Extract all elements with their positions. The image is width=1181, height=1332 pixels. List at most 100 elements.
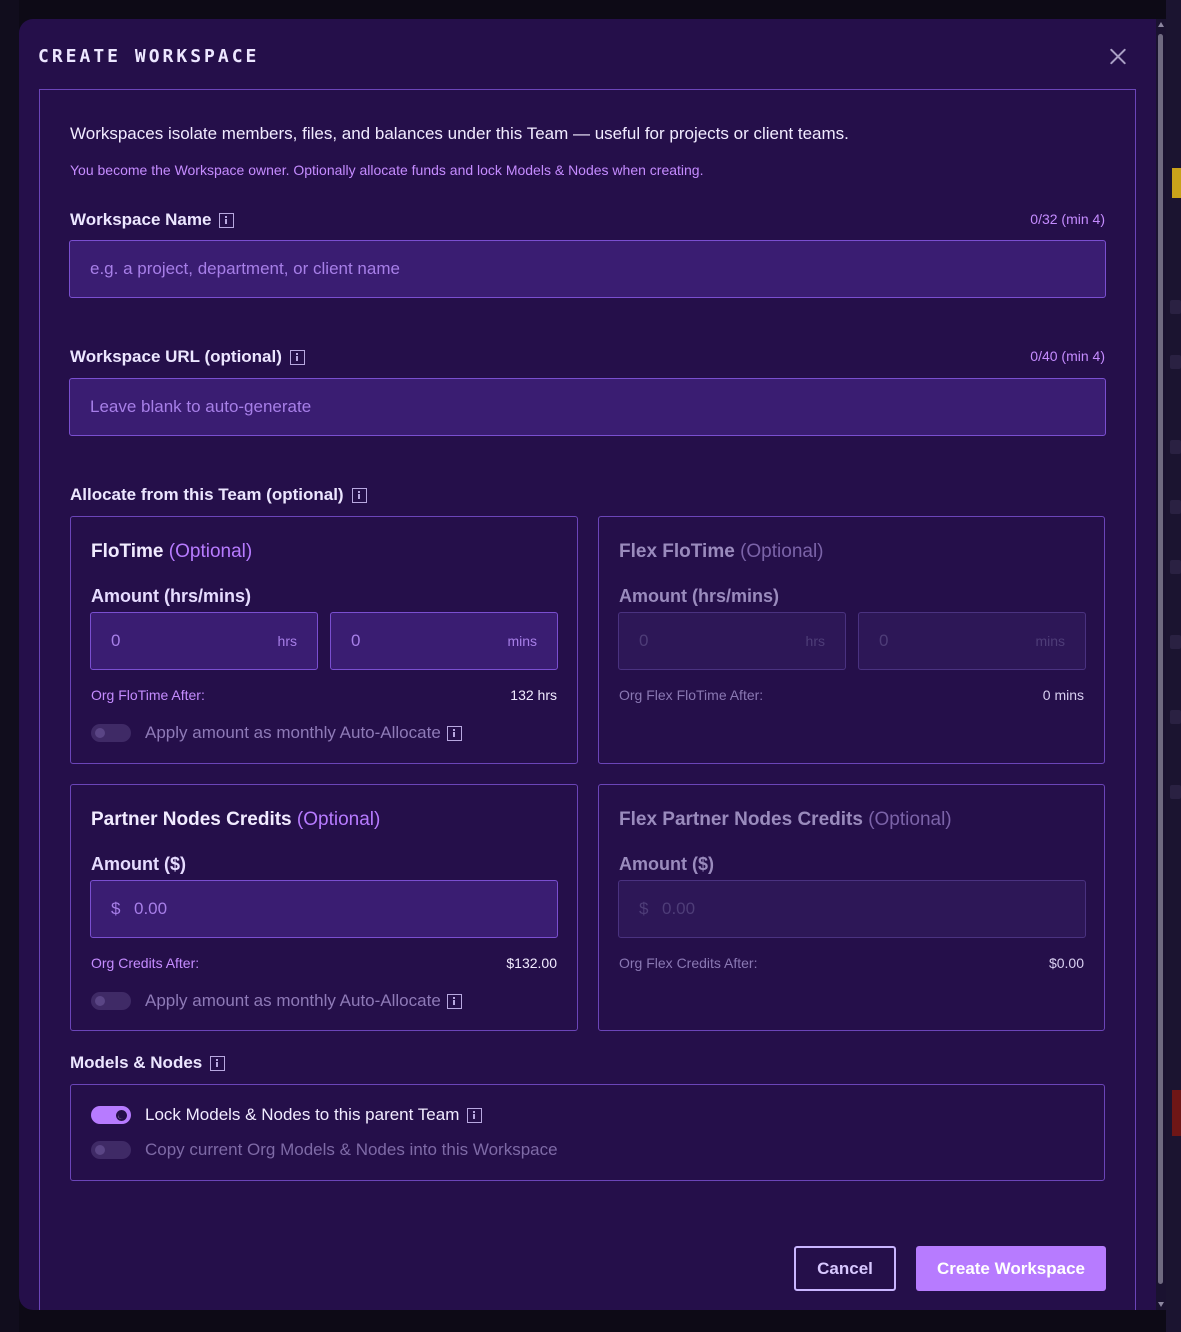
flex-flotime-card: Flex FloTime (Optional) Amount (hrs/mins… — [598, 516, 1105, 764]
info-icon[interactable] — [351, 487, 367, 503]
background-mark — [1170, 440, 1181, 454]
flex-flotime-after-value: 0 mins — [1042, 687, 1084, 703]
optional-tag: (Optional) — [740, 541, 824, 562]
models-nodes-label-text: Models & Nodes — [70, 1053, 203, 1072]
background-left — [0, 0, 19, 1332]
optional-tag: (Optional) — [296, 809, 381, 830]
flex-partner-credits-amount-label: Amount ($) — [619, 854, 714, 874]
copy-models-label: Copy current Org Models & Nodes into thi… — [145, 1140, 558, 1159]
mins-unit: mins — [507, 633, 537, 649]
background-mark — [1170, 500, 1181, 514]
hrs-unit: hrs — [277, 633, 297, 649]
flotime-title: FloTime (Optional) — [91, 541, 252, 563]
flotime-mins-input[interactable]: 0 mins — [330, 612, 558, 670]
background-mark — [1170, 560, 1181, 574]
partner-credits-after-label: Org Credits After: — [91, 955, 200, 971]
hrs-unit: hrs — [805, 633, 825, 649]
modal-body: Workspaces isolate members, files, and b… — [39, 89, 1136, 1310]
lock-models-toggle[interactable] — [91, 1106, 131, 1124]
scroll-down-icon[interactable] — [1158, 1302, 1164, 1307]
background-mark — [1170, 300, 1181, 314]
allocate-label-text: Allocate from this Team (optional) — [70, 485, 344, 504]
workspace-url-input[interactable] — [69, 378, 1106, 436]
intro-text: Workspaces isolate members, files, and b… — [70, 124, 849, 143]
mins-value: 0 — [879, 631, 889, 650]
background-mark — [1170, 785, 1181, 799]
models-nodes-card: Lock Models & Nodes to this parent Team … — [70, 1084, 1105, 1181]
auto-allocate-label: Apply amount as monthly Auto-Allocate — [145, 723, 441, 742]
flotime-auto-allocate-row: Apply amount as monthly Auto-Allocate — [91, 723, 462, 743]
flex-flotime-hrs-input: 0 hrs — [618, 612, 846, 670]
mins-value: 0 — [351, 631, 361, 650]
currency-symbol: $ — [639, 899, 649, 918]
workspace-name-label-text: Workspace Name — [70, 210, 212, 229]
partner-credits-title: Partner Nodes Credits (Optional) — [91, 809, 380, 831]
flex-flotime-after-label: Org Flex FloTime After: — [619, 687, 764, 703]
partner-credits-after-value: $132.00 — [506, 955, 557, 971]
mins-unit: mins — [1035, 633, 1065, 649]
background-mark — [1170, 710, 1181, 724]
flex-partner-credits-title: Flex Partner Nodes Credits (Optional) — [619, 809, 952, 831]
scroll-up-icon[interactable] — [1158, 22, 1164, 27]
amount-value: 0.00 — [134, 899, 168, 918]
modal-title: CREATE WORKSPACE — [38, 46, 260, 67]
info-icon[interactable] — [289, 349, 305, 365]
flotime-title-text: FloTime — [91, 541, 164, 562]
close-icon[interactable] — [1108, 46, 1128, 66]
partner-credits-auto-allocate-row: Apply amount as monthly Auto-Allocate — [91, 991, 462, 1011]
create-workspace-button[interactable]: Create Workspace — [916, 1246, 1106, 1291]
flotime-card: FloTime (Optional) Amount (hrs/mins) 0 h… — [70, 516, 578, 764]
flex-partner-credits-after-label: Org Flex Credits After: — [619, 955, 758, 971]
lock-models-label: Lock Models & Nodes to this parent Team — [145, 1105, 460, 1124]
info-icon[interactable] — [219, 212, 235, 228]
flotime-after-label: Org FloTime After: — [91, 687, 205, 703]
partner-credits-amount-label: Amount ($) — [91, 854, 186, 874]
workspace-name-label: Workspace Name — [70, 210, 235, 230]
background-alert — [1172, 1090, 1181, 1136]
copy-models-row: Copy current Org Models & Nodes into thi… — [91, 1140, 558, 1160]
hrs-value: 0 — [111, 631, 121, 650]
optional-tag: (Optional) — [868, 809, 952, 830]
scrollbar-thumb[interactable] — [1158, 34, 1163, 1284]
flotime-amount-label: Amount (hrs/mins) — [91, 586, 251, 606]
scrollbar[interactable] — [1156, 19, 1166, 1310]
cancel-button[interactable]: Cancel — [794, 1246, 896, 1291]
flotime-auto-allocate-toggle[interactable] — [91, 724, 131, 742]
partner-credits-auto-allocate-toggle[interactable] — [91, 992, 131, 1010]
partner-credits-amount-input[interactable]: $ 0.00 — [90, 880, 558, 938]
workspace-url-counter: 0/40 (min 4) — [1030, 348, 1105, 364]
auto-allocate-label: Apply amount as monthly Auto-Allocate — [145, 991, 441, 1010]
workspace-url-label: Workspace URL (optional) — [70, 347, 305, 367]
flotime-after-value: 132 hrs — [510, 687, 557, 703]
flex-partner-credits-title-text: Flex Partner Nodes Credits — [619, 809, 863, 830]
background-highlight — [1172, 168, 1181, 198]
workspace-name-input[interactable] — [69, 240, 1106, 298]
flex-flotime-title-text: Flex FloTime — [619, 541, 735, 562]
optional-tag: (Optional) — [168, 541, 253, 562]
flex-flotime-title: Flex FloTime (Optional) — [619, 541, 824, 563]
background-right — [1166, 0, 1181, 1332]
info-icon[interactable] — [467, 1107, 483, 1123]
workspace-url-label-text: Workspace URL (optional) — [70, 347, 282, 366]
currency-symbol: $ — [111, 899, 121, 918]
copy-models-toggle[interactable] — [91, 1141, 131, 1159]
allocate-label: Allocate from this Team (optional) — [70, 485, 367, 505]
info-icon[interactable] — [210, 1055, 226, 1071]
workspace-name-counter: 0/32 (min 4) — [1030, 211, 1105, 227]
partner-credits-card: Partner Nodes Credits (Optional) Amount … — [70, 784, 578, 1031]
intro-subtext: You become the Workspace owner. Optional… — [70, 162, 704, 178]
flex-flotime-mins-input: 0 mins — [858, 612, 1086, 670]
models-nodes-label: Models & Nodes — [70, 1053, 226, 1073]
background-mark — [1170, 635, 1181, 649]
info-icon[interactable] — [446, 725, 462, 741]
partner-credits-title-text: Partner Nodes Credits — [91, 809, 292, 830]
flex-partner-credits-after-value: $0.00 — [1048, 955, 1084, 971]
flotime-hrs-input[interactable]: 0 hrs — [90, 612, 318, 670]
flex-flotime-amount-label: Amount (hrs/mins) — [619, 586, 779, 606]
lock-models-row: Lock Models & Nodes to this parent Team — [91, 1105, 483, 1125]
flex-partner-credits-amount-input: $ 0.00 — [618, 880, 1086, 938]
flex-partner-credits-card: Flex Partner Nodes Credits (Optional) Am… — [598, 784, 1105, 1031]
hrs-value: 0 — [639, 631, 649, 650]
info-icon[interactable] — [446, 993, 462, 1009]
background-mark — [1170, 355, 1181, 369]
